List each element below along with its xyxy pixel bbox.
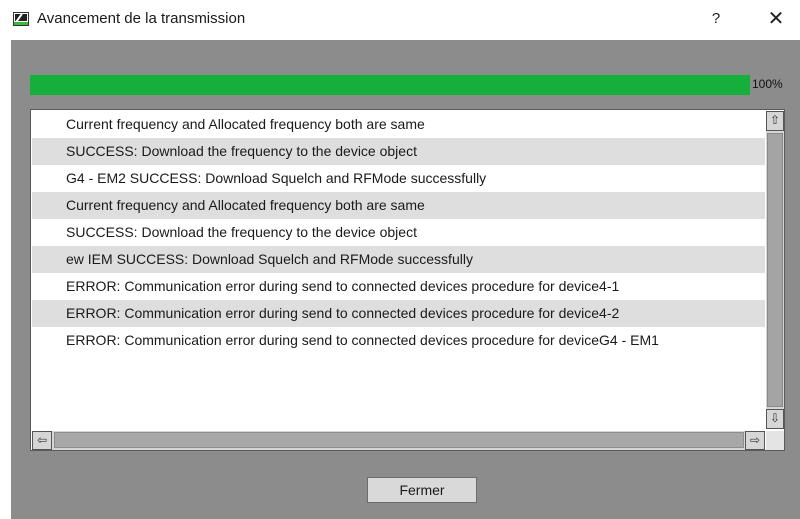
title-bar: Avancement de la transmission ? ✕ <box>0 0 800 40</box>
scroll-down-button[interactable]: ⇩ <box>766 409 784 429</box>
log-row[interactable]: SUCCESS: Download the frequency to the d… <box>32 219 765 246</box>
app-icon <box>13 12 29 26</box>
scroll-right-button[interactable]: ⇨ <box>745 431 765 450</box>
horizontal-scrollbar[interactable]: ⇦ ⇨ <box>32 431 765 450</box>
log-row[interactable]: ERROR: Communication error during send t… <box>32 273 765 300</box>
scroll-up-button[interactable]: ⇧ <box>766 111 784 131</box>
vertical-scrollbar[interactable]: ⇧ ⇩ <box>766 111 784 429</box>
window-title: Avancement de la transmission <box>37 10 246 27</box>
fermer-button[interactable]: Fermer <box>367 477 477 503</box>
log-row[interactable]: G4 - EM2 SUCCESS: Download Squelch and R… <box>32 165 765 192</box>
log-row[interactable]: ERROR: Communication error during send t… <box>32 300 765 327</box>
log-list[interactable]: Current frequency and Allocated frequenc… <box>32 111 765 429</box>
log-list-box: Current frequency and Allocated frequenc… <box>30 109 785 451</box>
progress-bar <box>30 75 750 95</box>
scrollbar-corner <box>766 431 784 450</box>
progress-fill <box>30 75 750 95</box>
log-row[interactable]: ew IEM SUCCESS: Download Squelch and RFM… <box>32 246 765 273</box>
log-row[interactable]: Current frequency and Allocated frequenc… <box>32 111 765 138</box>
dialog-body: 100% Current frequency and Allocated fre… <box>11 40 800 519</box>
log-row[interactable]: ERROR: Communication error during send t… <box>32 327 765 354</box>
log-row[interactable]: SUCCESS: Download the frequency to the d… <box>32 138 765 165</box>
window-close-button[interactable]: ✕ <box>763 6 789 32</box>
progress-percent: 100% <box>752 77 783 91</box>
horizontal-scroll-thumb[interactable] <box>54 432 744 448</box>
scroll-left-button[interactable]: ⇦ <box>32 431 52 450</box>
help-button[interactable]: ? <box>704 6 728 32</box>
log-row[interactable]: Current frequency and Allocated frequenc… <box>32 192 765 219</box>
vertical-scroll-thumb[interactable] <box>767 133 783 407</box>
